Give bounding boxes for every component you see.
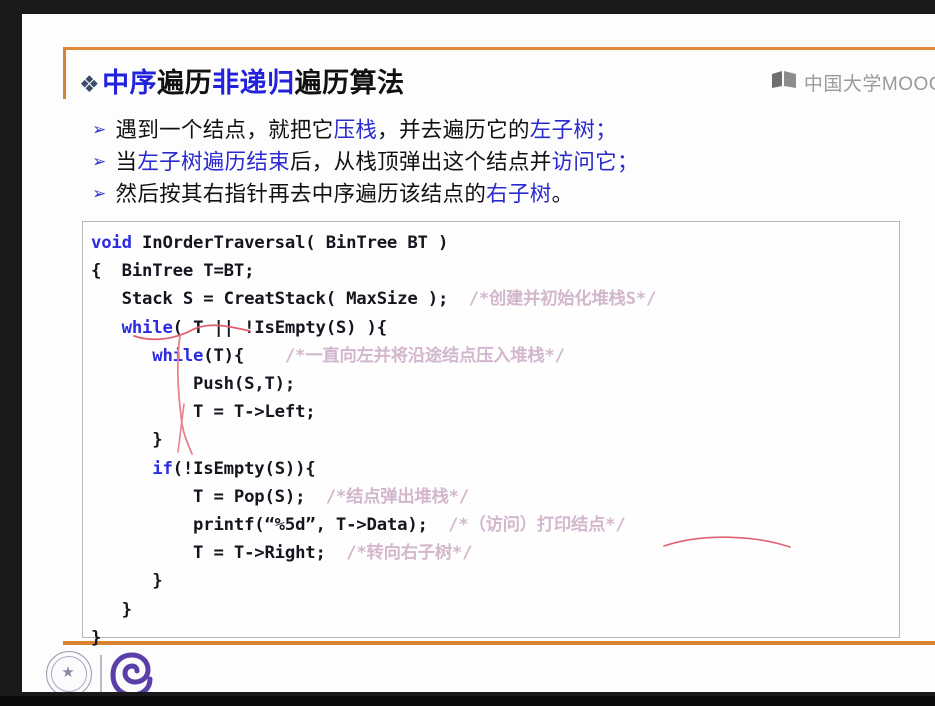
- code-identifier: printf(“%5d”, T->Data);: [91, 515, 449, 536]
- code-identifier: [91, 346, 152, 366]
- code-identifier: T = T->Right;: [91, 543, 347, 564]
- mooc-watermark: 中国大学MOOC: [771, 69, 935, 96]
- code-line: T = T->Right; /*转向右子树*/: [91, 539, 656, 567]
- code-comment: /*转向右子树*/: [346, 543, 473, 564]
- code-line: Stack S = CreatStack( MaxSize ); /*创建并初始…: [91, 285, 657, 313]
- code-line: Push(S,T);: [91, 370, 656, 398]
- bullet-2-seg-1: 当: [115, 150, 138, 174]
- code-comment: /*创建并初始化堆栈S*/: [468, 289, 657, 310]
- code-keyword: while: [121, 317, 173, 338]
- bullet-2-seg-2: 左子树遍历结束: [137, 150, 290, 174]
- footer-logos: ★: [46, 651, 158, 692]
- bullet-item-3: ➢ 然后按其右指针再去中序遍历该结点的右子树。: [92, 179, 892, 211]
- code-text: void InOrderTraversal( BinTree BT ) { Bin…: [91, 229, 656, 652]
- code-line: if(!IsEmpty(S)){: [91, 455, 656, 483]
- code-keyword: while: [152, 345, 204, 366]
- code-identifier: (T){: [203, 345, 285, 366]
- bullet-1-seg-3: ，并去遍历它的: [377, 118, 530, 142]
- bullet-2-seg-5: ；: [616, 150, 639, 174]
- code-comment: /*结点弹出堆栈*/: [325, 486, 470, 507]
- code-keyword: if: [152, 458, 173, 479]
- arrow-bullet-icon: ➢: [92, 184, 107, 203]
- bullet-3-seg-2: 右子树: [486, 182, 552, 206]
- arrow-bullet-icon: ➢: [92, 152, 107, 171]
- bullet-3-seg-3: 。: [551, 182, 574, 206]
- code-line: printf(“%5d”, T->Data); /*（访问）打印结点*/: [91, 511, 656, 539]
- arrow-bullet-icon: ➢: [92, 120, 107, 139]
- bullet-2-seg-3: 后，从栈顶弹出这个结点并: [289, 150, 552, 174]
- screenshot-root: ❖中序遍历非递归遍历算法 ➢ 遇到一个结点，就把它压栈，并去遍历它的左子树； ➢ 当…: [0, 0, 935, 706]
- code-block: void InOrderTraversal( BinTree BT ) { Bin…: [82, 221, 900, 648]
- book-icon: [771, 70, 797, 95]
- code-identifier: (!IsEmpty(S)){: [172, 458, 316, 479]
- code-keyword: void: [91, 233, 132, 253]
- bullet-1-seg-5: ；: [595, 118, 617, 142]
- code-identifier: ( T || !IsEmpty(S) ){: [172, 317, 387, 338]
- bullet-2-seg-4: 访问它: [551, 150, 617, 174]
- mooc-watermark-text: 中国大学MOOC: [803, 74, 935, 95]
- code-identifier: { BinTree T=BT;: [91, 261, 255, 282]
- code-identifier: [91, 459, 152, 479]
- code-comment: /*（访问）打印结点*/: [448, 515, 626, 536]
- code-line: }: [91, 624, 656, 652]
- title-segment-3: 非递归: [212, 68, 295, 98]
- bullet-item-1: ➢ 遇到一个结点，就把它压栈，并去遍历它的左子树；: [92, 115, 892, 147]
- code-identifier: }: [91, 571, 163, 592]
- code-identifier: InOrderTraversal( BinTree BT ): [131, 233, 449, 253]
- top-orange-rule: [63, 47, 935, 50]
- code-identifier: }: [91, 430, 163, 451]
- code-identifier: Stack S = CreatStack( MaxSize );: [91, 289, 469, 310]
- bullet-1-seg-2: 压栈: [333, 118, 378, 142]
- code-line: T = T->Left;: [91, 398, 656, 426]
- code-line: while(T){ /*一直向左并将沿途结点压入堆栈*/: [91, 342, 656, 370]
- bullet-item-2: ➢ 当左子树遍历结束后，从栈顶弹出这个结点并访问它；: [92, 147, 892, 179]
- code-line: }: [91, 567, 656, 595]
- code-identifier: [91, 318, 122, 338]
- bullet-list: ➢ 遇到一个结点，就把它压栈，并去遍历它的左子树； ➢ 当左子树遍历结束后，从栈顶弹…: [92, 115, 892, 211]
- code-line: T = Pop(S); /*结点弹出堆栈*/: [91, 483, 656, 511]
- code-line: }: [91, 596, 656, 624]
- title-segment-1: 中序: [102, 68, 158, 98]
- zhejiang-university-seal-icon: ★: [46, 651, 92, 692]
- code-line: { BinTree T=BT;: [91, 257, 656, 285]
- bullet-3-seg-1: 然后按其右指针再去中序遍历该结点的: [115, 182, 487, 206]
- code-identifier: T = Pop(S);: [91, 486, 326, 507]
- page-title: ❖中序遍历非递归遍历算法: [79, 61, 405, 100]
- title-segment-2: 遍历: [157, 68, 213, 98]
- code-identifier: Push(S,T);: [91, 374, 296, 395]
- code-line: while( T || !IsEmpty(S) ){: [91, 314, 656, 342]
- title-segment-4: 遍历算法: [294, 68, 405, 98]
- top-orange-rule-cap: [63, 47, 66, 99]
- code-line: void InOrderTraversal( BinTree BT ): [91, 229, 656, 257]
- code-identifier: }: [91, 627, 102, 648]
- bottom-letterbox: [0, 696, 935, 706]
- code-identifier: }: [91, 599, 132, 620]
- code-comment: /*一直向左并将沿途结点压入堆栈*/: [284, 345, 565, 366]
- diamond-bullet-icon: ❖: [79, 71, 101, 97]
- bullet-1-seg-4: 左子树: [529, 118, 596, 142]
- seal-inner-mark: ★: [61, 664, 75, 681]
- logo-divider: [100, 655, 102, 692]
- bullet-1-seg-1: 遇到一个结点，就把它: [115, 118, 334, 142]
- code-identifier: T = T->Left;: [91, 402, 316, 423]
- slide-canvas: ❖中序遍历非递归遍历算法 ➢ 遇到一个结点，就把它压栈，并去遍历它的左子树； ➢ 当…: [22, 14, 935, 692]
- purple-e-swirl-icon: [110, 651, 158, 692]
- code-line: }: [91, 426, 656, 454]
